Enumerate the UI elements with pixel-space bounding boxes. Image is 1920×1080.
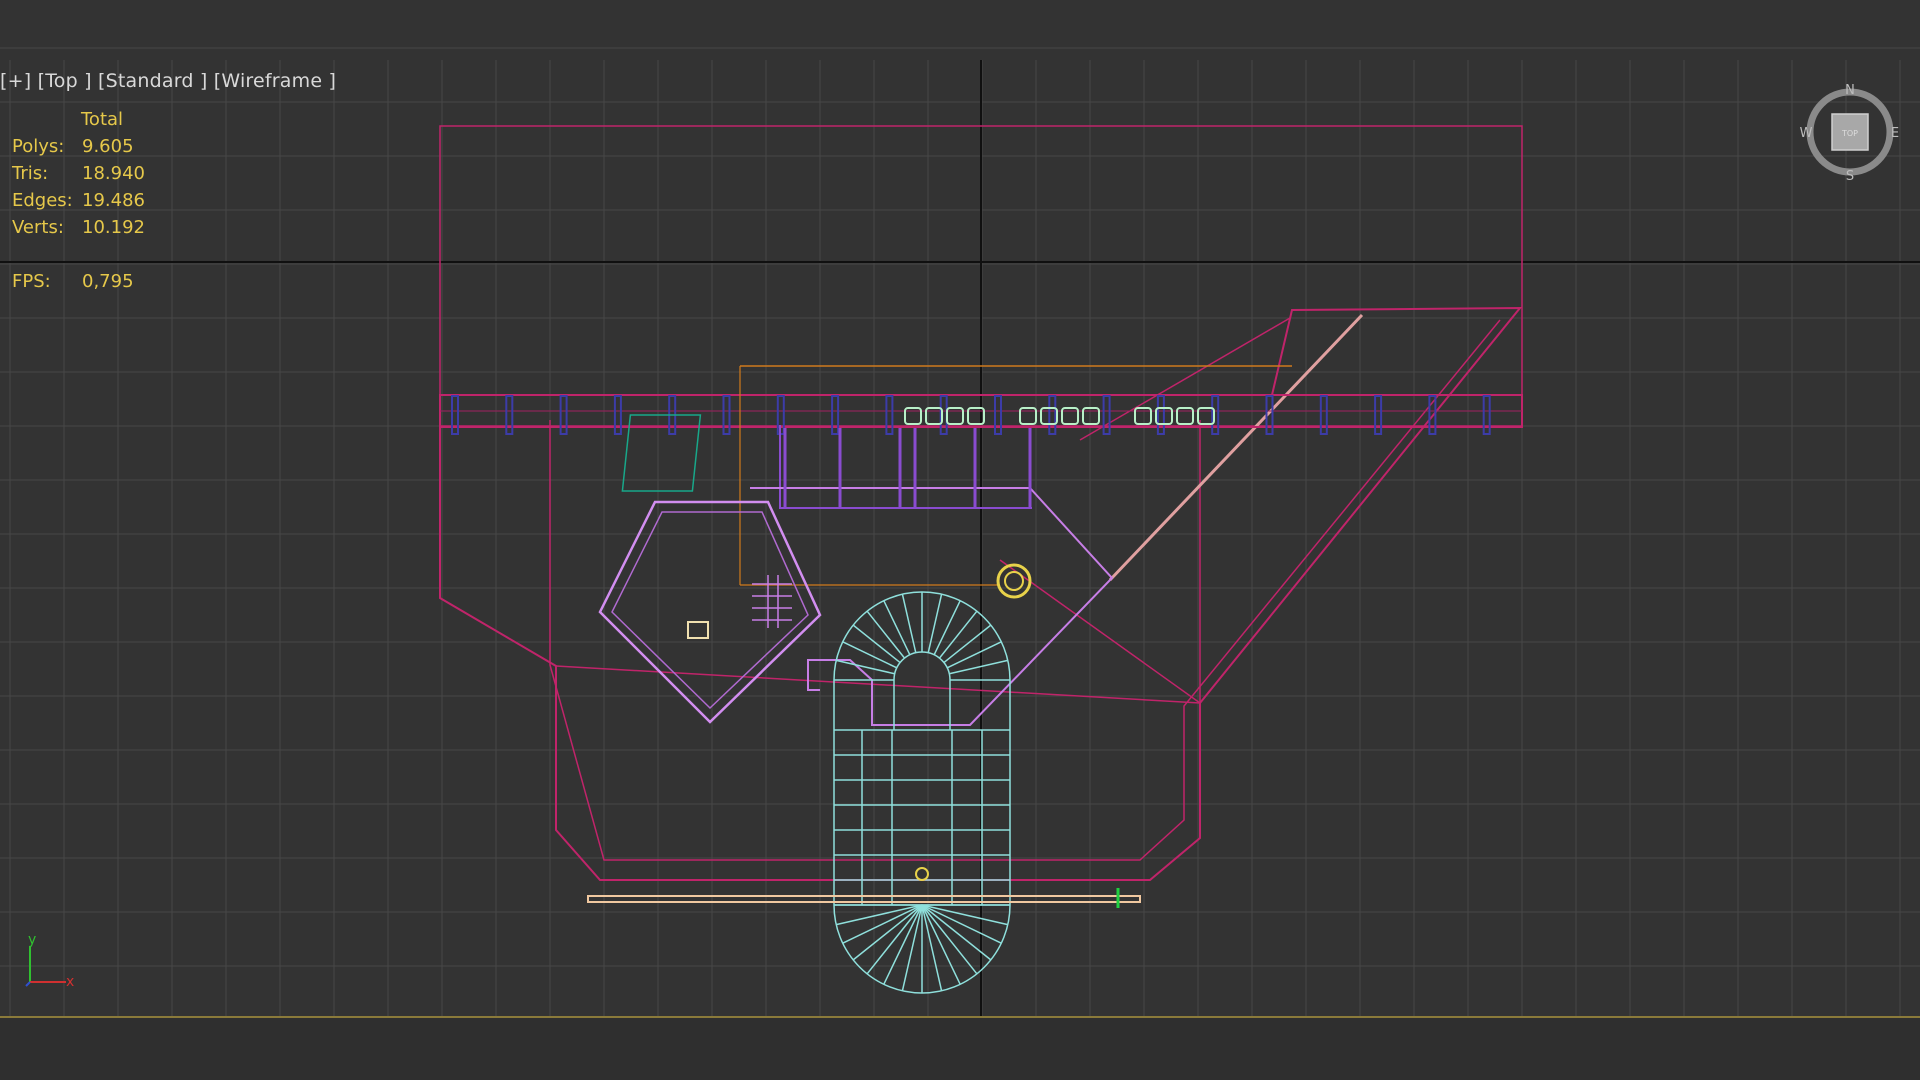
stats-row-tris: Tris: 18.940 [12,160,145,187]
column [451,395,459,435]
column [559,395,568,435]
chair [904,407,922,425]
diagonal-brace[interactable] [555,665,1201,704]
viewport-point-of-view-menu[interactable]: [Top ] [38,70,92,92]
stats-label: Edges: [12,190,73,211]
stats-row-verts: Verts: 10.192 [12,214,145,241]
column [1374,395,1383,435]
column [994,395,1002,435]
stats-value: 10.192 [82,217,145,238]
stats-value: 19.486 [82,190,145,211]
column [1319,395,1328,435]
column [1048,395,1057,435]
fps-label: FPS: [12,271,51,292]
building-inner-outline[interactable] [549,319,1501,861]
small-object[interactable] [687,621,709,639]
chair [1176,407,1194,425]
column [505,395,514,435]
diagonal-rail[interactable] [1108,313,1364,582]
column [885,395,894,435]
stats-row-polys: Polys: 9.605 [12,133,145,160]
spiral-staircase[interactable] [833,591,1011,994]
stair-pivot [915,867,929,881]
grid [0,47,1920,1016]
viewport-label-menu: [+] [Top ] [Standard ] [Wireframe ] [0,70,336,92]
ladder[interactable] [752,575,792,628]
column [1156,395,1165,435]
stats-value: 18.940 [82,163,145,184]
column [1482,395,1491,435]
column [722,395,731,435]
chair [1019,407,1037,425]
compass-south[interactable]: S [1846,169,1854,182]
compass-north[interactable]: N [1845,83,1855,98]
viewport-canvas[interactable]: y x [0,0,1920,1080]
column [1102,395,1111,435]
compass-west[interactable]: W [1800,126,1813,141]
viewcube-face-label: TOP [1841,129,1858,138]
chair-group[interactable] [904,407,1215,425]
stats-row-edges: Edges: 19.486 [12,187,145,214]
viewport-shading-wireframe-menu[interactable]: [Wireframe ] [214,70,336,92]
viewport-general-menu[interactable]: [+] [0,70,31,92]
chair [1061,407,1079,425]
viewcube[interactable]: TOP N S E W [1800,82,1900,182]
violet-post-group [783,428,1032,508]
viewport-shading-standard-menu[interactable]: [Standard ] [98,70,208,92]
bottom-strip [0,1018,1920,1080]
stats-label: Polys: [12,136,65,157]
axis-y-label: y [28,932,36,948]
axis-x-label: x [66,974,74,990]
stats-label: Verts: [12,217,64,238]
chair [946,407,964,425]
stats-value: 9.605 [82,136,134,157]
stair-inner-outline [893,651,951,730]
floor-edge[interactable] [587,895,1141,903]
column [1265,395,1274,435]
column [613,395,622,435]
fps-value: 0,795 [82,271,134,292]
stats-header: Total [81,109,124,130]
gold-ring-inner [1004,571,1024,591]
chair [1082,407,1100,425]
column [831,395,840,435]
chair [1134,407,1152,425]
compass-east[interactable]: E [1891,126,1899,141]
column-group[interactable] [451,395,1491,435]
stats-row-fps: FPS: 0,795 [12,268,145,295]
axis-tripod: y x [25,932,74,990]
top-viewport[interactable]: y x [+] [Top ] [Standard ] [Wireframe ] … [0,0,1920,1080]
pentagon-room[interactable] [598,500,822,724]
violet-railing[interactable] [779,425,1032,509]
statistics-overlay: Total Polys: 9.605 Tris: 18.940 Edges: 19.4… [12,106,145,295]
stats-label: Tris: [12,163,49,184]
